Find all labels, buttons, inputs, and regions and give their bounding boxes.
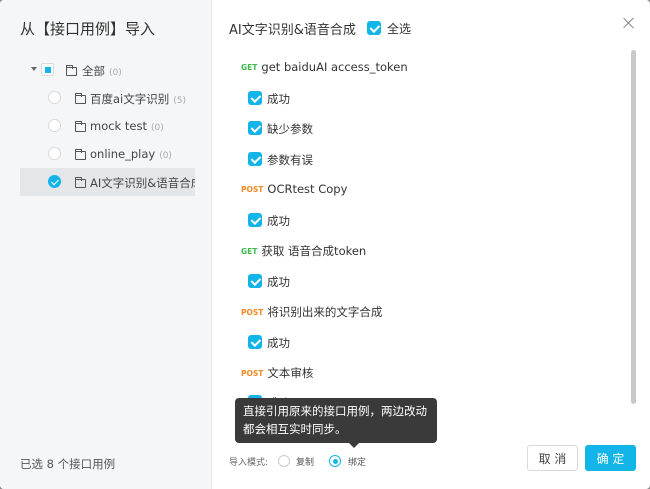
radio-bind[interactable] [329,455,341,467]
api-name: OCRtest Copy [267,182,348,196]
close-icon[interactable] [621,15,637,31]
circle-check-icon[interactable] [48,147,61,160]
import-dialog: 从【接口用例】导入 全部 (0) 百度ai文字识别 (5) mock test … [0,0,650,489]
api-item: POST 将识别出来的文字合成 [241,304,382,320]
api-name: 文本审核 [267,366,314,380]
case-checkbox[interactable] [248,121,262,135]
tree-item-mock[interactable]: mock test (0) [0,112,212,140]
select-all-checkbox[interactable] [367,21,381,35]
dialog-title: 从【接口用例】导入 [20,20,156,38]
tree-item-count: (0) [150,123,164,133]
case-label: 参数有误 [267,153,313,167]
case-checkbox[interactable] [248,91,262,105]
method-badge: POST [241,308,264,317]
folder-icon [74,149,86,160]
case-checkbox[interactable] [248,152,262,166]
tree-item-baidu[interactable]: 百度ai文字识别 (5) [0,84,212,112]
circle-check-icon[interactable] [48,91,61,104]
tree-item-online-play[interactable]: online_play (0) [0,140,212,168]
case-label: 成功 [267,214,290,228]
folder-icon [74,93,86,104]
api-item: POST OCRtest Copy [241,182,347,196]
import-mode-label: 导入模式: [229,458,269,468]
case-checkbox[interactable] [248,274,262,288]
api-case-list: GET get baiduAI access_token 成功 缺少参数 参数有误… [213,52,633,442]
case-label: 成功 [267,336,290,350]
tree-item-label: AI文字识别&语音合成 [90,176,195,190]
tree-item-count: (5) [173,96,186,106]
tooltip-line: 都会相互实时同步。 [243,422,347,436]
left-panel: 从【接口用例】导入 全部 (0) 百度ai文字识别 (5) mock test … [0,0,212,489]
method-badge: GET [241,63,258,72]
partial-check-icon[interactable] [41,63,54,76]
folder-icon [74,121,86,132]
cancel-button[interactable]: 取 消 [527,445,578,471]
folder-open-icon [65,65,77,76]
case-label: 成功 [267,92,290,106]
case-checkbox[interactable] [248,335,262,349]
api-name: get baiduAI access_token [261,60,408,74]
tree-item-ai-tts[interactable]: AI文字识别&语音合成 [20,168,195,196]
bind-mode-tooltip: 直接引用原来的接口用例，两边改动 都会相互实时同步。 [235,398,437,448]
case-label: 成功 [267,275,290,289]
api-name: 将识别出来的文字合成 [267,305,383,319]
tree-item-label: online_play [90,147,156,161]
dialog-footer: 导入模式: 复制 绑定 取 消 确 定 [213,443,650,483]
caret-down-icon[interactable] [31,67,37,71]
folder-icon [74,177,86,188]
selected-count: 已选 8 个接口用例 [20,457,116,471]
tree-item-label: 百度ai文字识别 [90,92,170,106]
tree-item-label: 全部 [82,64,105,78]
folder-tree: 全部 (0) 百度ai文字识别 (5) mock test (0) online… [0,56,212,196]
api-item: GET get baiduAI access_token [241,60,408,74]
tooltip-line: 直接引用原来的接口用例，两边改动 [243,404,427,418]
case-label: 缺少参数 [267,122,313,136]
right-panel: AI文字识别&语音合成 全选 GET get baiduAI access_tok… [213,0,650,489]
select-all-label[interactable]: 全选 [387,20,411,37]
radio-bind-label[interactable]: 绑定 [348,455,366,468]
tree-item-label: mock test [90,119,147,133]
confirm-button[interactable]: 确 定 [585,445,636,471]
tree-item-all[interactable]: 全部 (0) [0,56,212,84]
method-badge: GET [241,247,258,256]
scrollbar[interactable] [631,50,636,404]
method-badge: POST [241,369,264,378]
circle-check-icon[interactable] [48,175,61,188]
tree-item-count: (0) [109,68,122,78]
case-checkbox[interactable] [248,213,262,227]
api-item: GET 获取 语音合成token [241,243,366,259]
api-item: POST 文本审核 [241,365,313,381]
radio-copy-label[interactable]: 复制 [296,455,314,468]
radio-copy[interactable] [278,455,290,467]
method-badge: POST [241,185,264,194]
group-title: AI文字识别&语音合成 [229,23,356,38]
circle-check-icon[interactable] [48,119,61,132]
api-name: 获取 语音合成token [261,244,367,258]
tree-item-count: (0) [159,151,172,161]
